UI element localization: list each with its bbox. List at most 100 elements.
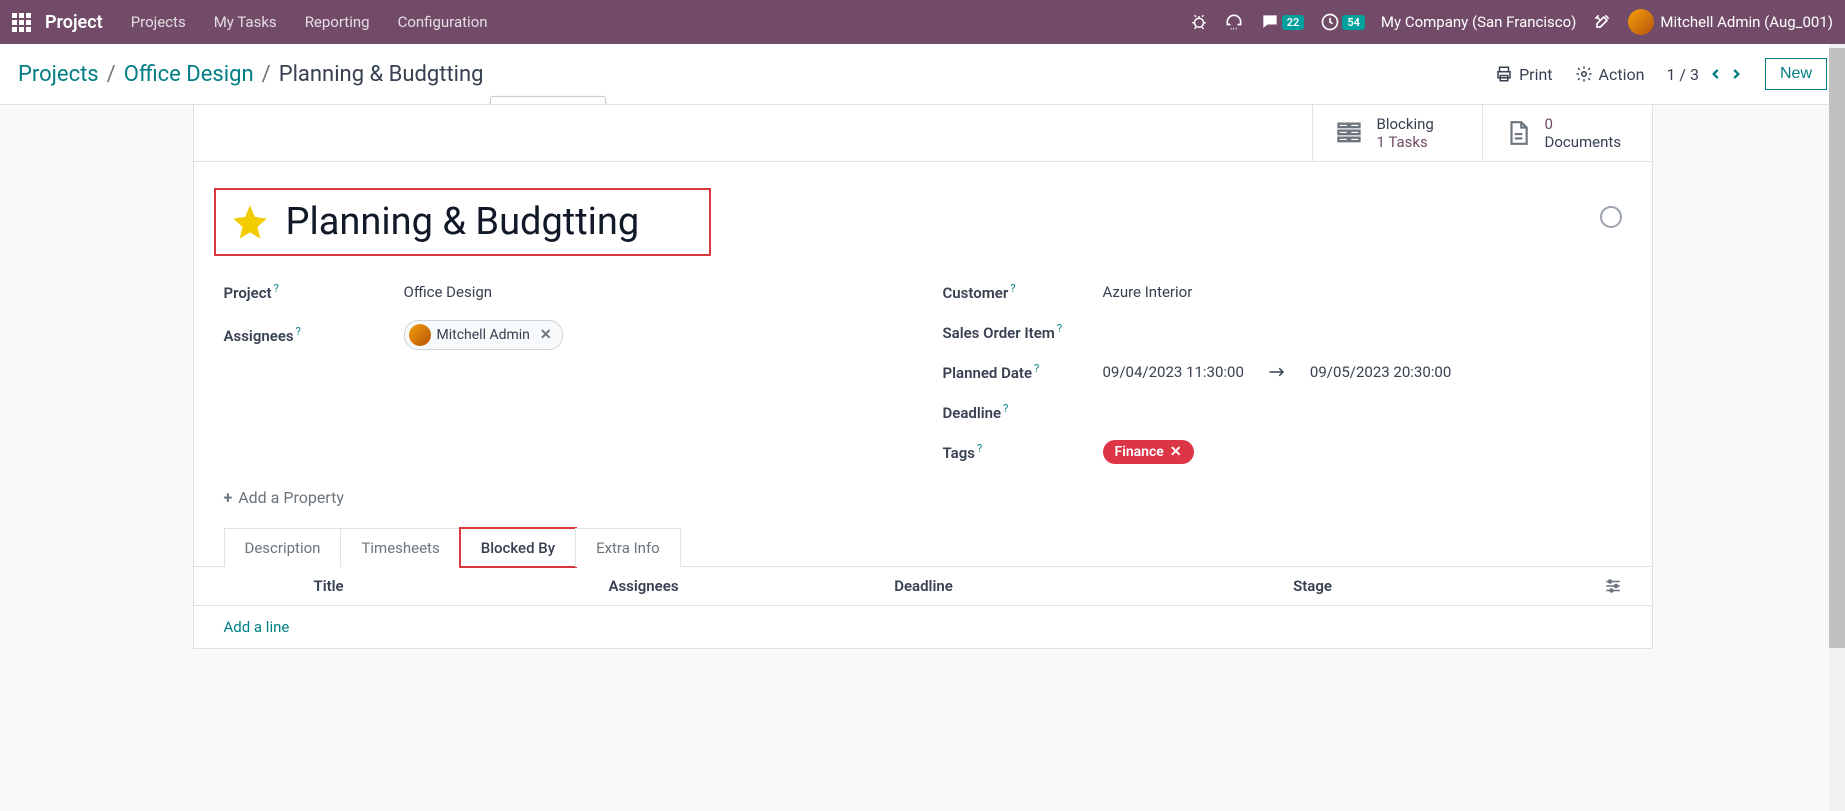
user-menu[interactable]: Mitchell Admin (Aug_001) bbox=[1628, 9, 1833, 35]
scrollbar[interactable] bbox=[1829, 44, 1845, 811]
tab-timesheets[interactable]: Timesheets bbox=[340, 528, 460, 567]
value-tags[interactable]: Finance ✕ bbox=[1103, 440, 1194, 464]
label-deadline: Deadline bbox=[943, 404, 1002, 422]
planned-end[interactable]: 09/05/2023 20:30:00 bbox=[1310, 363, 1451, 381]
app-name[interactable]: Project bbox=[45, 12, 103, 33]
activities-badge: 54 bbox=[1342, 15, 1365, 30]
remove-assignee-icon[interactable]: ✕ bbox=[540, 327, 552, 343]
assignee-chip[interactable]: Mitchell Admin ✕ bbox=[404, 320, 563, 350]
breadcrumb-office-design[interactable]: Office Design bbox=[124, 62, 254, 87]
label-assignees: Assignees bbox=[224, 327, 294, 345]
breadcrumb-separator: / bbox=[107, 62, 116, 87]
stat-buttons: Blocking 1 Tasks 0 Documents bbox=[194, 105, 1652, 162]
field-planned-date: Planned Date? 09/04/2023 11:30:00 09/05/… bbox=[943, 352, 1622, 392]
help-icon[interactable]: ? bbox=[1034, 362, 1039, 375]
adjust-columns-icon[interactable] bbox=[1604, 577, 1622, 595]
remove-tag-icon[interactable]: ✕ bbox=[1170, 444, 1182, 460]
breadcrumb-projects[interactable]: Projects bbox=[18, 62, 99, 87]
field-customer: Customer? Azure Interior bbox=[943, 272, 1622, 312]
action-button[interactable]: Action bbox=[1575, 65, 1645, 84]
title-row: Planning & Budgtting bbox=[194, 162, 1652, 266]
kanban-state-icon[interactable] bbox=[1600, 206, 1622, 228]
blocking-icon bbox=[1335, 119, 1363, 147]
tag-finance[interactable]: Finance ✕ bbox=[1103, 440, 1194, 464]
document-icon bbox=[1505, 118, 1531, 148]
pager-text[interactable]: 1 / 3 bbox=[1666, 65, 1699, 84]
stat-documents-value: 0 bbox=[1545, 115, 1622, 133]
tabs: Description Timesheets Blocked By Extra … bbox=[194, 527, 1652, 566]
add-property-button[interactable]: + Add a Property bbox=[194, 482, 1652, 527]
user-avatar-icon bbox=[1628, 9, 1654, 35]
field-sales-order-item: Sales Order Item? bbox=[943, 312, 1622, 352]
assignee-name: Mitchell Admin bbox=[437, 327, 530, 343]
help-icon[interactable]: ? bbox=[1003, 402, 1008, 415]
control-bar: Projects / Office Design / Planning & Bu… bbox=[0, 44, 1845, 105]
tab-blocked-by[interactable]: Blocked By bbox=[460, 528, 576, 567]
activities-icon[interactable]: 54 bbox=[1320, 12, 1365, 32]
support-icon[interactable] bbox=[1224, 12, 1244, 32]
control-actions: Print Action 1 / 3 New bbox=[1495, 58, 1827, 90]
planned-start[interactable]: 09/04/2023 11:30:00 bbox=[1103, 363, 1244, 381]
help-icon[interactable]: ? bbox=[1010, 282, 1015, 295]
help-icon[interactable]: ? bbox=[296, 325, 301, 338]
form-sheet: Blocking 1 Tasks 0 Documents Plann bbox=[193, 104, 1653, 649]
col-deadline: Deadline bbox=[784, 577, 1064, 595]
blocked-table-header: Title Assignees Deadline Stage bbox=[194, 567, 1652, 606]
nav-reporting[interactable]: Reporting bbox=[305, 13, 370, 31]
print-button[interactable]: Print bbox=[1495, 65, 1552, 84]
value-customer[interactable]: Azure Interior bbox=[1103, 283, 1193, 301]
nav-my-tasks[interactable]: My Tasks bbox=[214, 13, 277, 31]
assignee-avatar-icon bbox=[409, 324, 431, 346]
label-tags: Tags bbox=[943, 444, 976, 462]
task-title[interactable]: Planning & Budgtting bbox=[286, 200, 640, 244]
user-name: Mitchell Admin (Aug_001) bbox=[1660, 13, 1833, 31]
add-property-label: Add a Property bbox=[238, 488, 344, 507]
messages-badge: 22 bbox=[1282, 15, 1305, 30]
col-title: Title bbox=[224, 577, 504, 595]
scrollbar-thumb[interactable] bbox=[1829, 48, 1845, 648]
add-line-button[interactable]: Add a line bbox=[194, 606, 1652, 648]
help-icon[interactable]: ? bbox=[1057, 322, 1062, 335]
nav-menu: Projects My Tasks Reporting Configuratio… bbox=[131, 13, 488, 31]
action-label: Action bbox=[1599, 65, 1645, 84]
pager-prev-icon[interactable] bbox=[1709, 65, 1723, 83]
help-icon[interactable]: ? bbox=[977, 442, 982, 455]
help-icon[interactable]: ? bbox=[274, 282, 279, 295]
value-assignees[interactable]: Mitchell Admin ✕ bbox=[404, 320, 563, 350]
value-project[interactable]: Office Design bbox=[404, 283, 493, 301]
value-planned[interactable]: 09/04/2023 11:30:00 09/05/2023 20:30:00 bbox=[1103, 363, 1452, 381]
stat-blocking[interactable]: Blocking 1 Tasks bbox=[1312, 105, 1482, 161]
new-button[interactable]: New bbox=[1765, 58, 1827, 90]
label-customer: Customer bbox=[943, 284, 1009, 302]
breadcrumb: Projects / Office Design / Planning & Bu… bbox=[18, 62, 484, 87]
label-project: Project bbox=[224, 284, 272, 302]
plus-icon: + bbox=[224, 488, 233, 507]
stat-blocking-label: Blocking bbox=[1377, 115, 1434, 133]
stat-documents[interactable]: 0 Documents bbox=[1482, 105, 1652, 161]
title-highlight: Planning & Budgtting bbox=[214, 188, 712, 256]
field-assignees: Assignees? Mitchell Admin ✕ bbox=[224, 312, 903, 358]
stat-documents-label: Documents bbox=[1545, 133, 1622, 151]
field-tags: Tags? Finance ✕ bbox=[943, 432, 1622, 472]
print-icon bbox=[1495, 65, 1513, 83]
nav-right: 22 54 My Company (San Francisco) Mitchel… bbox=[1190, 9, 1833, 35]
tab-extra-info[interactable]: Extra Info bbox=[575, 528, 681, 567]
company-selector[interactable]: My Company (San Francisco) bbox=[1381, 13, 1576, 31]
tag-label: Finance bbox=[1115, 444, 1164, 460]
priority-star-icon[interactable] bbox=[230, 202, 270, 242]
field-deadline: Deadline? bbox=[943, 392, 1622, 432]
tab-description[interactable]: Description bbox=[224, 528, 342, 567]
bug-icon[interactable] bbox=[1190, 13, 1208, 31]
field-project: Project? Office Design bbox=[224, 272, 903, 312]
breadcrumb-separator: / bbox=[262, 62, 271, 87]
col-assignees: Assignees bbox=[504, 577, 784, 595]
col-stage: Stage bbox=[1064, 577, 1562, 595]
stat-blocking-value: 1 Tasks bbox=[1377, 133, 1434, 151]
tools-icon[interactable] bbox=[1592, 12, 1612, 32]
messages-icon[interactable]: 22 bbox=[1260, 12, 1305, 32]
label-planned: Planned Date bbox=[943, 364, 1033, 382]
nav-projects[interactable]: Projects bbox=[131, 13, 186, 31]
apps-icon[interactable] bbox=[12, 13, 31, 32]
pager-next-icon[interactable] bbox=[1729, 65, 1743, 83]
nav-configuration[interactable]: Configuration bbox=[398, 13, 488, 31]
